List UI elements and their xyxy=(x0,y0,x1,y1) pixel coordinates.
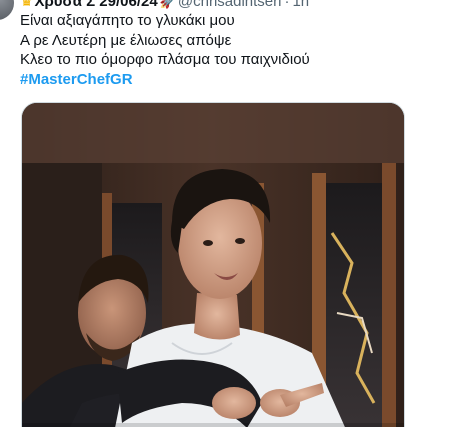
avatar[interactable] xyxy=(0,0,14,20)
tweet-time[interactable]: 1h xyxy=(292,0,309,10)
hashtag-link[interactable]: #MasterChefGR xyxy=(20,70,310,90)
photo-icon xyxy=(22,103,404,427)
author-name[interactable]: Χρύσα Σ 29/06/24 xyxy=(34,0,157,10)
tweet-card[interactable]: ♛Χρύσα Σ 29/06/24 🚀 @chrisadintseri · 1h Είν… xyxy=(0,0,466,427)
tweet-text: Είναι αξιαγάπητο το γλυκάκι μου Α ρε Λευ… xyxy=(20,11,310,89)
author-handle[interactable]: @chrisadintseri xyxy=(178,0,282,10)
tweet-text-line: Α ρε Λευτέρη με έλιωσες απόψε xyxy=(20,31,232,49)
tweet-header: ♛Χρύσα Σ 29/06/24 🚀 @chrisadintseri · 1h xyxy=(20,0,309,10)
tweet-text-line: Είναι αξιαγάπητο το γλυκάκι μου xyxy=(20,12,235,29)
tweet-text-line: Κλεο το πιο όμορφο πλάσμα του παιχνιδιού xyxy=(20,51,310,68)
crown-icon: ♛ xyxy=(20,0,34,10)
tweet-photo[interactable] xyxy=(21,102,405,427)
rocket-icon: 🚀 xyxy=(159,0,176,9)
separator-dot: · xyxy=(284,0,290,10)
